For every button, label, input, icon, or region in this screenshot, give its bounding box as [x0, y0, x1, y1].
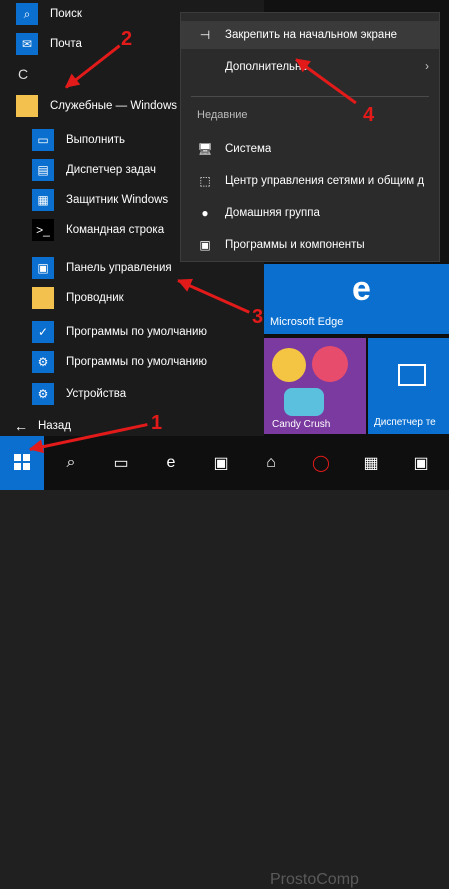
search-icon: ⌕	[16, 3, 38, 25]
ctx-homegroup-label: Домашняя группа	[225, 207, 320, 219]
back-arrow-icon: ←	[14, 418, 28, 434]
back-label: Назад	[38, 420, 71, 432]
programs-icon: ▣	[199, 238, 211, 252]
annotation-label-3: 3	[252, 306, 264, 328]
candy-icon	[284, 388, 324, 416]
system-icon: 🖥	[197, 142, 213, 156]
app-default-programs-2-label: Программы по умолчанию	[66, 356, 208, 368]
app-defender-label: Защитник Windows	[66, 194, 169, 206]
ctx-programs-label: Программы и компоненты	[225, 239, 365, 251]
tile-task-manager-label: Диспетчер те	[374, 417, 436, 428]
run-icon: ▭	[32, 129, 54, 151]
chevron-right-icon: ›	[425, 61, 429, 73]
ctx-recent-programs[interactable]: ▣ Программы и компоненты	[181, 231, 439, 259]
devices-gear-icon: ⚙	[32, 383, 54, 405]
explorer-icon	[32, 287, 54, 309]
app-control-panel-label: Панель управления	[66, 262, 172, 274]
store-taskbar-icon[interactable]: ⌂	[260, 452, 282, 474]
ctx-recent-system[interactable]: 🖥 Система	[181, 135, 439, 163]
annotation-label-1: 1	[151, 412, 163, 434]
mail-icon: ✉	[16, 33, 38, 55]
annotation-label-4: 4	[363, 104, 375, 126]
task-manager-icon: ▤	[32, 159, 54, 181]
app-default-programs-2[interactable]: ⚙ Программы по умолчанию	[32, 348, 272, 376]
app-default-programs-label: Программы по умолчанию	[66, 326, 208, 338]
ctx-pin-start[interactable]: ⊣ Закрепить на начальном экране	[181, 21, 439, 49]
windows-logo-icon	[14, 454, 30, 470]
ctx-recent-title: Недавние	[197, 109, 248, 121]
tile-candy[interactable]: Candy Crush	[264, 338, 366, 434]
app-run-label: Выполнить	[66, 134, 126, 146]
context-menu: ⊣ Закрепить на начальном экране Дополнит…	[180, 12, 440, 262]
app-search-label: Поиск	[50, 8, 82, 20]
app-cmd-label: Командная строка	[66, 224, 165, 236]
app-default-programs-1[interactable]: ✓ Программы по умолчанию	[32, 318, 272, 346]
app-explorer-label: Проводник	[66, 292, 124, 304]
edge-taskbar-icon[interactable]: e	[160, 452, 182, 474]
windows-logo-square	[14, 463, 21, 470]
tile-edge-label: Microsoft Edge	[270, 316, 344, 328]
ctx-system-label: Система	[225, 143, 272, 155]
app-taskbar-icon[interactable]: ▣	[410, 452, 432, 474]
ctx-pin-label: Закрепить на начальном экране	[225, 29, 398, 41]
ctx-recent-homegroup[interactable]: ● Домашняя группа	[181, 199, 439, 227]
tile-edge[interactable]: e Microsoft Edge	[264, 264, 449, 334]
annotation-label-2: 2	[121, 28, 133, 50]
app-taskbar-icon[interactable]: ▦	[360, 452, 382, 474]
tile-candy-label: Candy Crush	[272, 419, 331, 430]
ctx-separator	[191, 96, 429, 97]
homegroup-icon: ●	[201, 206, 209, 220]
taskbar-search-icon[interactable]: ⌕	[60, 452, 82, 474]
back-button[interactable]: ← Назад	[14, 418, 71, 434]
defender-icon: ▦	[32, 189, 54, 211]
control-panel-icon: ▣	[32, 257, 54, 279]
windows-logo-square	[14, 454, 21, 461]
candy-icon	[272, 348, 306, 382]
taskbar: ⌕ ▭ e ▣ ⌂ ◯ ▦ ▣ ProstoComp	[0, 436, 449, 888]
edge-icon: e	[352, 270, 371, 308]
folder-icon	[16, 95, 38, 117]
candy-icon	[312, 346, 348, 382]
pin-icon: ⊣	[199, 28, 211, 42]
explorer-taskbar-icon[interactable]: ▣	[210, 452, 232, 474]
windows-logo-square	[23, 454, 30, 461]
monitor-icon	[398, 364, 426, 386]
app-devices-label: Устройства	[66, 388, 127, 400]
cmd-icon: >_	[32, 219, 54, 241]
watermark: ProstoComp	[270, 871, 359, 888]
folder-label: Служебные — Windows	[50, 100, 177, 112]
start-menu: ⌕ Поиск ✉ Почта С Служебные — Windows ▭ …	[0, 0, 449, 436]
default-programs-icon: ✓	[32, 321, 54, 343]
ctx-recent-network[interactable]: ⬚ Центр управления сетями и общим д	[181, 167, 439, 195]
app-task-manager-label: Диспетчер задач	[66, 164, 156, 176]
network-icon: ⬚	[199, 174, 211, 188]
gear-icon: ⚙	[32, 351, 54, 373]
windows-logo-square	[23, 463, 30, 470]
ctx-network-label: Центр управления сетями и общим д	[225, 175, 425, 187]
app-devices[interactable]: ⚙ Устройства	[32, 380, 272, 408]
opera-taskbar-icon[interactable]: ◯	[310, 452, 332, 474]
task-view-icon[interactable]: ▭	[110, 452, 132, 474]
section-letter[interactable]: С	[18, 66, 28, 82]
tile-task-manager[interactable]: Диспетчер те	[368, 338, 449, 434]
app-mail-label: Почта	[50, 38, 82, 50]
